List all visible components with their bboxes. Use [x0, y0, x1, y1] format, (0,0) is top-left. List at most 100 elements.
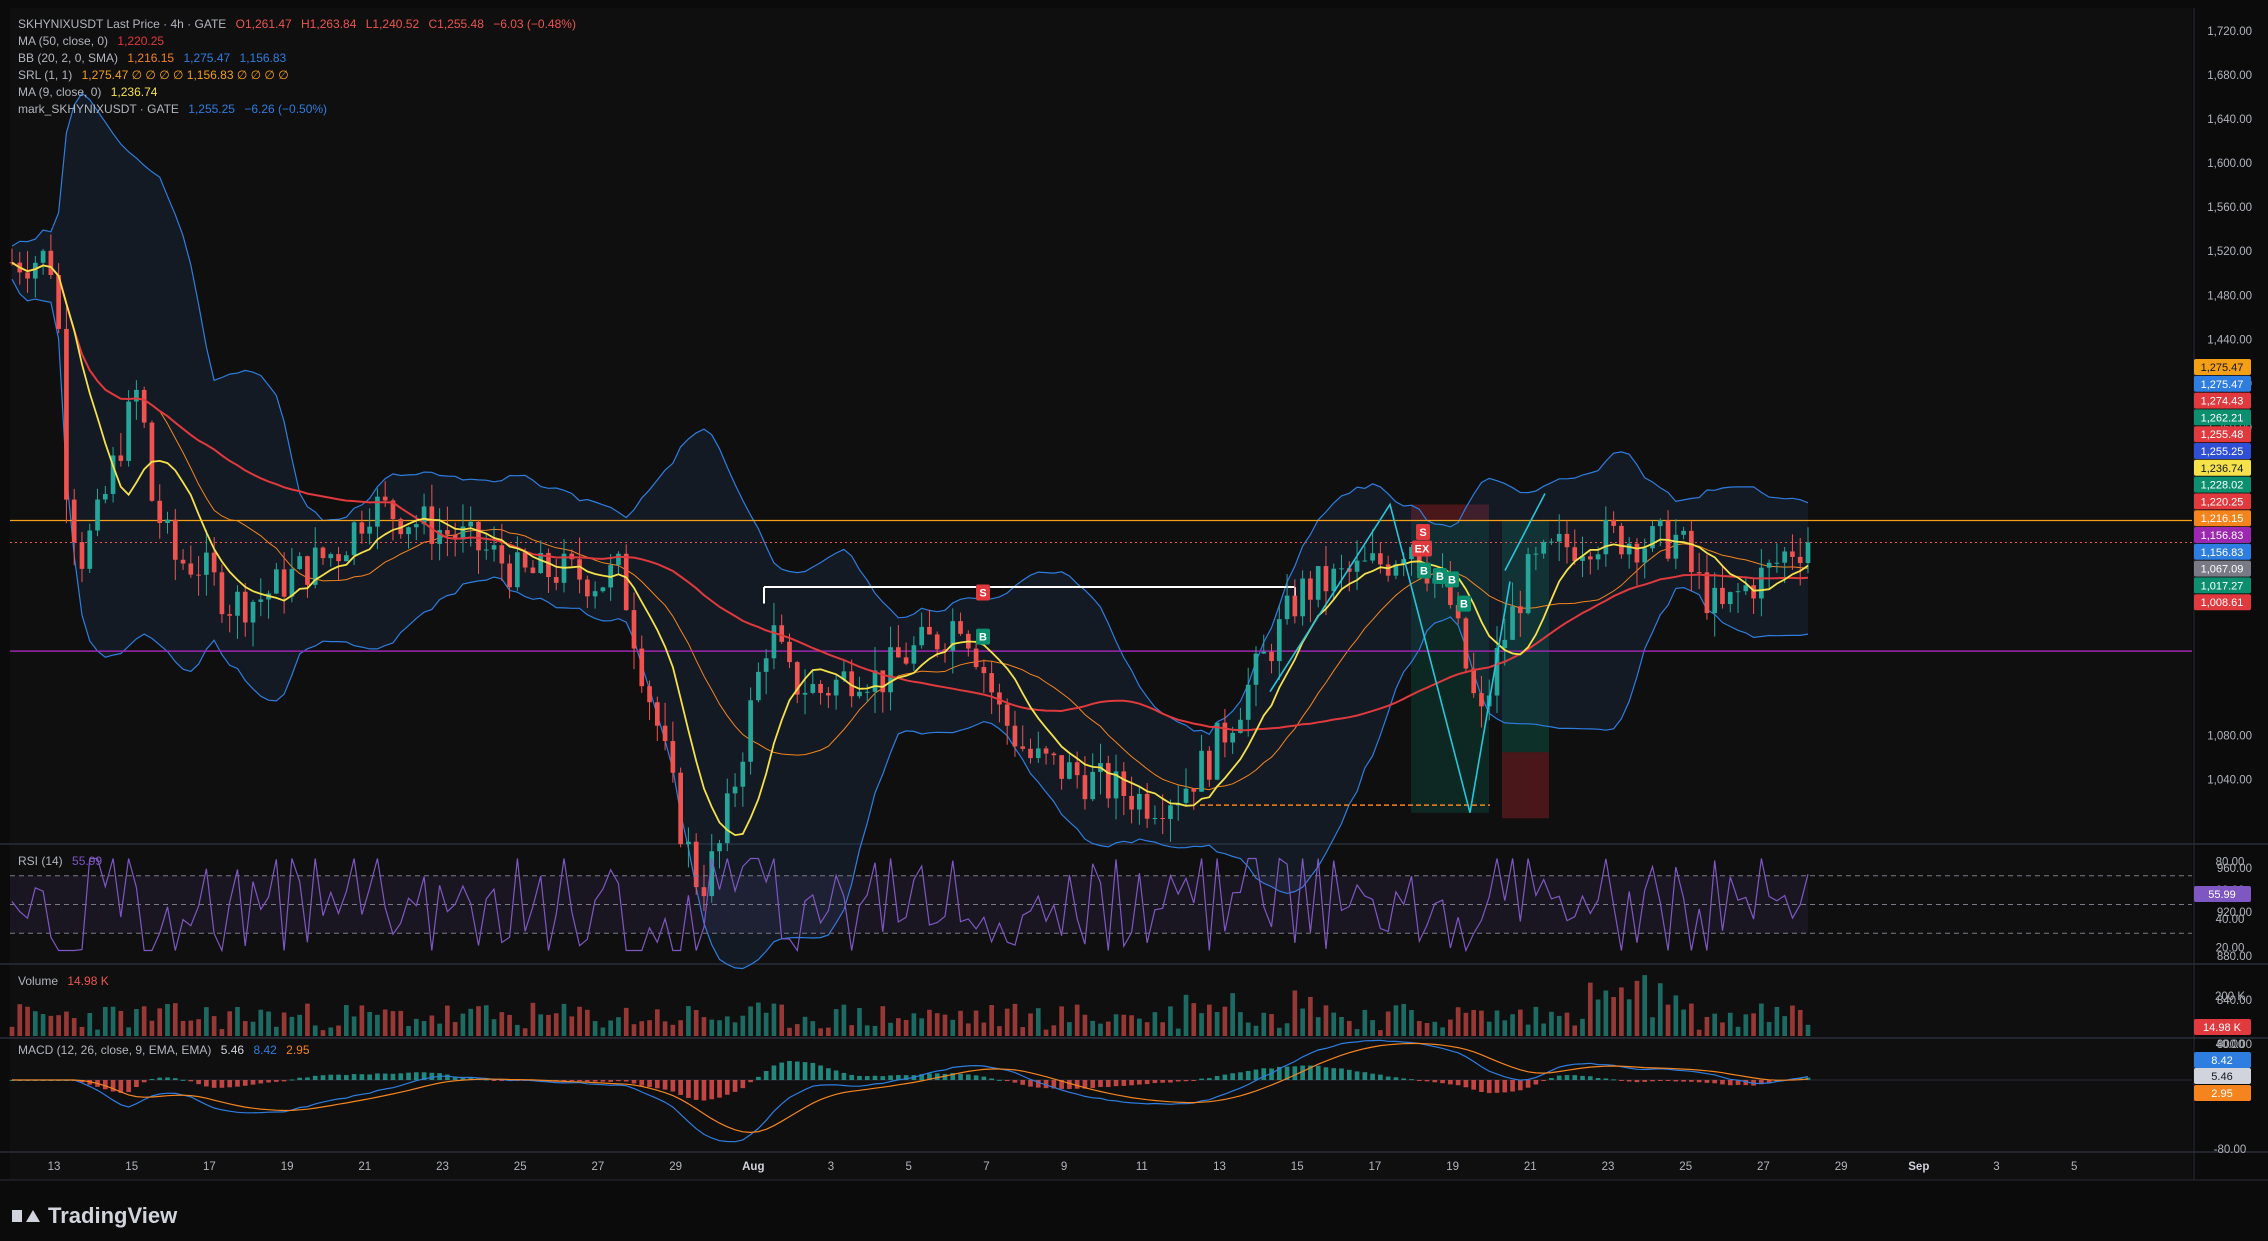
candle-body [740, 761, 746, 787]
ma50-label: MA (50, close, 0) [18, 34, 109, 48]
macd-hist-bar [1315, 1065, 1321, 1080]
macd-hist-bar [1207, 1078, 1212, 1080]
volume-bar [1393, 1005, 1399, 1036]
pane-value-tag-label: 14.98 K [2203, 1022, 2242, 1034]
tradingview-logo[interactable]: TradingView [12, 1203, 177, 1229]
volume-bar [1463, 1012, 1469, 1036]
macd-hist-bar [693, 1080, 699, 1100]
macd-hist-bar [888, 1075, 893, 1080]
macd-hist-bar [1681, 1080, 1686, 1082]
chart-canvas[interactable]: SBSEXB B BB1,720.001,680.001,640.001,600.0… [0, 0, 2268, 1241]
candle-body [756, 671, 761, 701]
volume-bar [429, 1015, 435, 1036]
price-tag-label: 1,255.25 [2201, 446, 2244, 458]
macd-legend[interactable]: MACD (12, 26, close, 9, EMA, EMA) 5.46 8… [18, 1042, 316, 1058]
volume-bar [1587, 982, 1593, 1036]
volume-bar [1409, 1010, 1414, 1036]
ohlc-high: H1,263.84 [301, 17, 357, 31]
macd-hist-bar [1517, 1080, 1523, 1091]
volume-bar [258, 1009, 264, 1036]
volume-bar [499, 1012, 505, 1036]
volume-bar [919, 1018, 924, 1036]
candle-body [958, 621, 963, 634]
volume-bar [763, 1012, 769, 1036]
time-axis-label: 19 [281, 1161, 294, 1173]
ohlc-change: −6.03 (−0.48%) [493, 17, 576, 31]
volume-bar [1455, 1007, 1461, 1036]
candle-body [1595, 554, 1601, 560]
volume-bar [942, 1014, 948, 1036]
candle-body [328, 554, 334, 559]
srl-legend[interactable]: SRL (1, 1) 1,275.47 ∅ ∅ ∅ ∅ 1,156.83 ∅ ∅… [18, 67, 295, 83]
volume-bar [305, 1003, 310, 1036]
bb-legend[interactable]: BB (20, 2, 0, SMA) 1,216.15 1,275.47 1,1… [18, 50, 292, 66]
candle-body [406, 527, 411, 535]
macd-hist-bar [701, 1080, 707, 1101]
candle-body [32, 262, 38, 279]
candle-body [1276, 619, 1282, 662]
volume-bar [398, 1010, 404, 1036]
candle-body [289, 569, 295, 597]
candle-body [40, 250, 46, 263]
macd-hist-bar [1424, 1080, 1430, 1082]
time-axis-label: 7 [983, 1161, 989, 1173]
price-tag-label: 1,228.02 [2201, 480, 2244, 492]
macd-hist-bar [328, 1074, 334, 1080]
macd-hist-bar [1696, 1080, 1702, 1083]
symbol-legend: SKHYNIXUSDT Last Price · 4h · GATE O1,26… [18, 16, 582, 32]
macd-hist-bar [1409, 1079, 1414, 1081]
candle-body [413, 524, 419, 528]
volume-bar [320, 1030, 326, 1036]
volume-legend[interactable]: Volume 14.98 K [18, 973, 115, 989]
volume-bar [794, 1024, 800, 1036]
volume-bar [281, 1012, 287, 1036]
rsi-axis-label: 40.00 [2216, 914, 2245, 926]
macd-hist-bar [818, 1065, 823, 1080]
volume-bar [367, 1011, 372, 1036]
mark-legend[interactable]: mark_SKHYNIXUSDT · GATE 1,255.25 −6.26 (… [18, 101, 333, 117]
candle-body [647, 686, 652, 703]
macd-hist-bar [1494, 1080, 1500, 1093]
price-tag-label: 1,156.83 [2201, 547, 2244, 559]
candle-body [118, 455, 124, 461]
macd-hist-bar [1634, 1080, 1640, 1083]
macd-hist-bar [1556, 1075, 1562, 1080]
price-axis-label: 1,040.00 [2207, 775, 2252, 787]
volume-bar [849, 1025, 855, 1036]
price-axis-label: 1,080.00 [2207, 731, 2252, 743]
volume-bar [802, 1016, 808, 1036]
volume-bar [445, 1005, 450, 1036]
volume-bar [507, 1014, 512, 1036]
price-axis-label: 1,560.00 [2207, 202, 2252, 214]
macd-hist-bar [1704, 1080, 1710, 1083]
pane-value-tag-label: 55.99 [2208, 889, 2236, 901]
macd-hist-bar [1012, 1080, 1018, 1083]
volume-bar [585, 1009, 590, 1036]
candle-body [670, 741, 676, 773]
candle-body [1354, 560, 1360, 572]
volume-bar [17, 1004, 23, 1036]
volume-bar [1720, 1022, 1725, 1036]
volume-bar [1626, 999, 1632, 1036]
price-tag-label: 1,236.74 [2201, 463, 2244, 475]
volume-bar [1712, 1013, 1718, 1036]
macd-hist-bar [1572, 1075, 1578, 1080]
ma9-legend[interactable]: MA (9, close, 0) 1,236.74 [18, 84, 163, 100]
macd-hist-bar [312, 1075, 318, 1080]
ma50-legend[interactable]: MA (50, close, 0) 1,220.25 [18, 33, 170, 49]
volume-bar [406, 1026, 411, 1036]
candle-body [1090, 771, 1096, 800]
macd-hist-bar [1549, 1077, 1554, 1080]
candle-body [1020, 746, 1026, 749]
volume-bar [833, 1009, 839, 1036]
rsi-legend[interactable]: RSI (14) 55.99 [18, 853, 108, 869]
candle-body [1253, 653, 1259, 685]
macd-hist-bar [787, 1060, 792, 1080]
volume-bar [1175, 1028, 1181, 1036]
volume-bar [1082, 1014, 1088, 1036]
ma9-value: 1,236.74 [110, 85, 158, 99]
volume-bar [1385, 1011, 1391, 1036]
candle-body [553, 577, 559, 583]
volume-bar [1067, 1022, 1072, 1036]
macd-hist-bar [242, 1080, 248, 1086]
